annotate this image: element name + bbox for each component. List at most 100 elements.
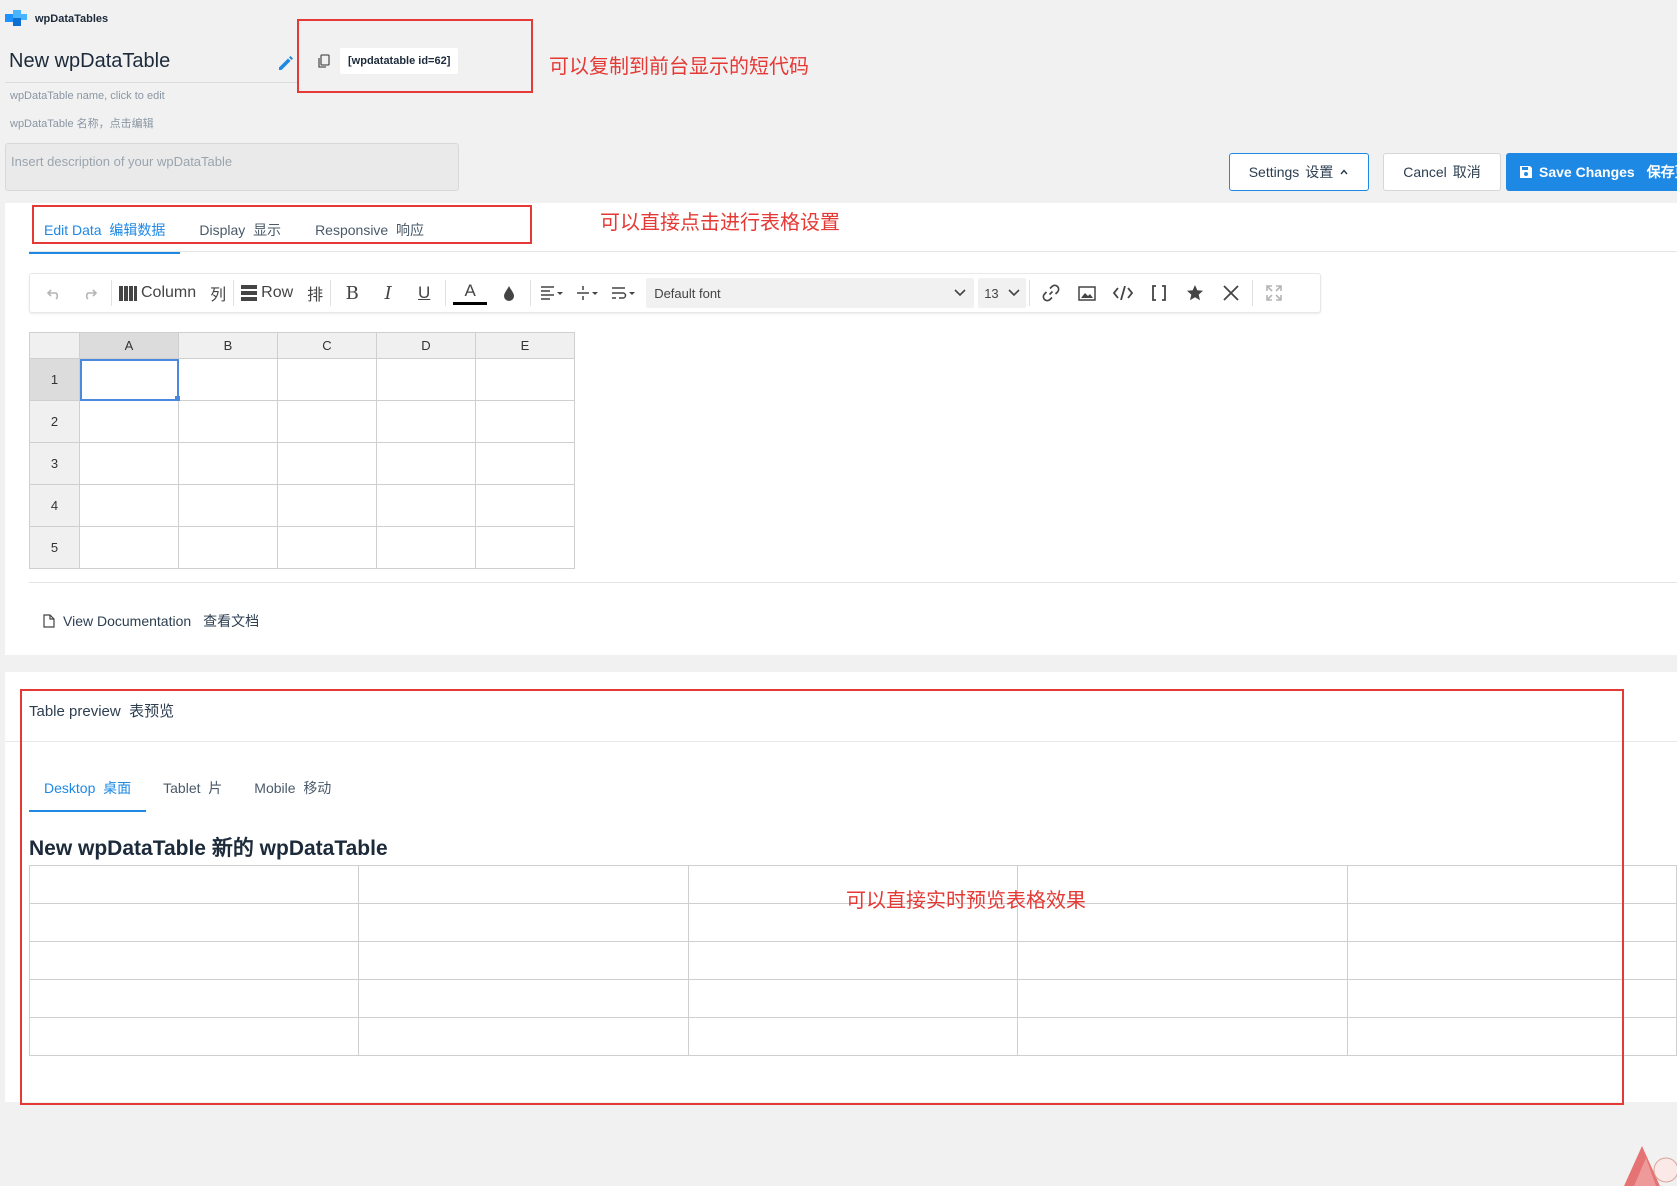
- cancel-label: Cancel: [1403, 164, 1447, 180]
- settings-button[interactable]: Settings 设置: [1229, 153, 1369, 191]
- toolbar-separator: [233, 280, 235, 306]
- sheet-cell[interactable]: [178, 484, 278, 527]
- droplet-icon: [504, 286, 515, 301]
- cancel-button[interactable]: Cancel 取消: [1383, 153, 1501, 191]
- sheet-cell[interactable]: [376, 358, 476, 401]
- fullscreen-button[interactable]: [1256, 278, 1292, 308]
- insert-link-button[interactable]: [1033, 278, 1069, 308]
- shortcode-button[interactable]: [1141, 278, 1177, 308]
- sheet-cell[interactable]: [475, 358, 575, 401]
- align-button[interactable]: [534, 278, 570, 308]
- table-name-hint-cn: wpDataTable 名称，点击编辑: [10, 118, 154, 130]
- text-color-button[interactable]: A: [449, 278, 491, 308]
- sheet-cell[interactable]: [277, 442, 377, 485]
- column-menu-button[interactable]: Column 列: [115, 278, 230, 308]
- sheet-cell[interactable]: [178, 526, 278, 569]
- name-underline: [5, 82, 298, 83]
- sheet-cell[interactable]: [277, 484, 377, 527]
- sheet-cell[interactable]: [475, 442, 575, 485]
- bold-button[interactable]: B: [334, 278, 370, 308]
- sheet-cell[interactable]: [79, 400, 179, 443]
- column-header[interactable]: D: [376, 332, 476, 359]
- sheet-cell[interactable]: [376, 400, 476, 443]
- save-changes-button[interactable]: Save Changes 保存更: [1506, 153, 1677, 191]
- font-size-value: 13: [984, 285, 999, 301]
- sheet-cell[interactable]: [475, 484, 575, 527]
- cancel-label-cn: 取消: [1452, 164, 1481, 180]
- sheet-cell[interactable]: [178, 400, 278, 443]
- sheet-cell[interactable]: [475, 526, 575, 569]
- columns-icon: [119, 285, 137, 301]
- font-family-select[interactable]: Default font: [646, 278, 975, 308]
- save-label: Save Changes: [1539, 164, 1635, 180]
- star-button[interactable]: [1177, 278, 1213, 308]
- editor-footer-divider: [29, 582, 1677, 583]
- row-header[interactable]: 1: [29, 358, 80, 401]
- sheet-cell[interactable]: [178, 358, 278, 401]
- annotation-preview: 可以直接实时预览表格效果: [846, 890, 1086, 912]
- close-icon: [1223, 285, 1239, 301]
- annotation-box-tabs: [32, 205, 532, 244]
- sheet-cell[interactable]: [79, 484, 179, 527]
- column-header[interactable]: A: [79, 332, 179, 359]
- insert-code-button[interactable]: [1105, 278, 1141, 308]
- align-left-icon: [541, 286, 564, 300]
- row-header[interactable]: 4: [29, 484, 80, 527]
- wrap-text-button[interactable]: [606, 278, 642, 308]
- sheet-cell[interactable]: [79, 526, 179, 569]
- annotation-tabs: 可以直接点击进行表格设置: [600, 212, 840, 234]
- column-header[interactable]: E: [475, 332, 575, 359]
- code-icon: [1113, 286, 1134, 300]
- insert-image-button[interactable]: [1069, 278, 1105, 308]
- text-color-swatch: [453, 301, 488, 305]
- toolbar-separator: [111, 280, 112, 306]
- row-header[interactable]: 3: [29, 442, 80, 485]
- pencil-icon[interactable]: [276, 53, 296, 73]
- sheet-cell[interactable]: [79, 442, 179, 485]
- expand-icon: [1266, 285, 1282, 301]
- redo-icon: [85, 289, 98, 300]
- toolbar-separator: [445, 280, 447, 306]
- row-header[interactable]: 5: [29, 526, 80, 569]
- italic-button[interactable]: I: [370, 278, 406, 308]
- documentation-label: View Documentation: [63, 613, 192, 629]
- toolbar-separator: [1252, 280, 1254, 306]
- sheet-cell[interactable]: [376, 442, 476, 485]
- sheet-cell-selected[interactable]: [79, 358, 179, 401]
- underline-icon: U: [418, 283, 431, 302]
- wrap-text-icon: [612, 287, 636, 299]
- sheet-cell[interactable]: [277, 358, 377, 401]
- chevron-up-icon: [1340, 169, 1348, 175]
- star-icon: [1187, 285, 1204, 301]
- floppy-disk-icon: [1520, 166, 1532, 178]
- column-header[interactable]: B: [178, 332, 278, 359]
- column-header[interactable]: C: [277, 332, 377, 359]
- sheet-corner[interactable]: [29, 332, 80, 359]
- undo-icon: [46, 289, 59, 300]
- document-icon: [43, 614, 55, 628]
- row-header[interactable]: 2: [29, 400, 80, 443]
- sheet-cell[interactable]: [178, 442, 278, 485]
- sheet-cell[interactable]: [376, 526, 476, 569]
- table-name[interactable]: New wpDataTable: [9, 50, 170, 73]
- bold-icon: B: [345, 282, 359, 304]
- description-textarea[interactable]: Insert description of your wpDataTable: [5, 143, 459, 191]
- underline-button[interactable]: U: [406, 278, 442, 308]
- column-label: Column: [141, 284, 197, 301]
- fill-color-button[interactable]: [491, 278, 527, 308]
- fill-handle[interactable]: [175, 396, 180, 401]
- save-label-cn: 保存更: [1646, 164, 1677, 180]
- chevron-down-icon: [954, 289, 966, 297]
- sheet-cell[interactable]: [277, 526, 377, 569]
- redo-button[interactable]: [72, 278, 108, 308]
- clear-format-button[interactable]: [1213, 278, 1249, 308]
- vertical-align-button[interactable]: [570, 278, 606, 308]
- sheet-cell[interactable]: [475, 400, 575, 443]
- view-documentation-link[interactable]: View Documentation 查看文档: [43, 611, 259, 631]
- sheet-cell[interactable]: [277, 400, 377, 443]
- font-size-select[interactable]: 13: [978, 278, 1027, 308]
- row-menu-button[interactable]: Row 排: [237, 278, 327, 308]
- sheet-cell[interactable]: [376, 484, 476, 527]
- undo-button[interactable]: [36, 278, 72, 308]
- chevron-down-icon: [1008, 289, 1020, 297]
